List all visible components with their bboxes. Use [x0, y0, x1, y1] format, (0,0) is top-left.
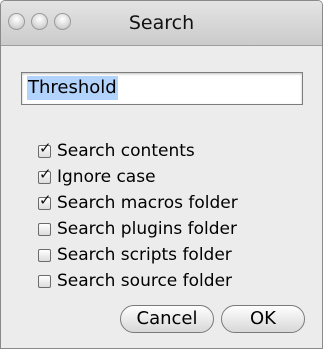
search-input-text: Threshold: [27, 76, 118, 100]
option-label: Search contents: [57, 141, 195, 161]
search-source-folder-checkbox[interactable]: [38, 274, 51, 288]
option-label: Search source folder: [57, 271, 233, 291]
checkmark-icon: ✓: [39, 190, 52, 209]
search-macros-folder-checkbox[interactable]: ✓: [38, 191, 52, 210]
window-title: Search: [128, 12, 195, 34]
option-label: Search scripts folder: [57, 245, 232, 265]
search-options: ✓ Search contents ✓ Ignore case ✓ Search…: [38, 138, 238, 294]
search-dialog: Search Threshold ✓ Search contents ✓ Ign…: [0, 0, 323, 349]
option-search-contents[interactable]: ✓ Search contents: [38, 138, 238, 164]
option-search-plugins-folder[interactable]: Search plugins folder: [38, 216, 238, 242]
search-scripts-folder-checkbox[interactable]: [38, 248, 51, 262]
option-label: Search plugins folder: [57, 219, 237, 239]
cancel-button[interactable]: Cancel: [120, 305, 214, 333]
option-search-macros-folder[interactable]: ✓ Search macros folder: [38, 190, 238, 216]
search-contents-checkbox[interactable]: ✓: [38, 139, 52, 158]
option-label: Search macros folder: [57, 193, 238, 213]
option-search-scripts-folder[interactable]: Search scripts folder: [38, 242, 238, 268]
option-ignore-case[interactable]: ✓ Ignore case: [38, 164, 238, 190]
ignore-case-checkbox[interactable]: ✓: [38, 165, 52, 184]
option-search-source-folder[interactable]: Search source folder: [38, 268, 238, 294]
search-plugins-folder-checkbox[interactable]: [38, 222, 51, 236]
option-label: Ignore case: [57, 167, 156, 187]
checkmark-icon: ✓: [39, 138, 52, 157]
checkmark-icon: ✓: [39, 164, 52, 183]
title-bar: Search: [1, 1, 322, 46]
search-input[interactable]: Threshold: [21, 72, 303, 105]
ok-button[interactable]: OK: [221, 305, 305, 333]
